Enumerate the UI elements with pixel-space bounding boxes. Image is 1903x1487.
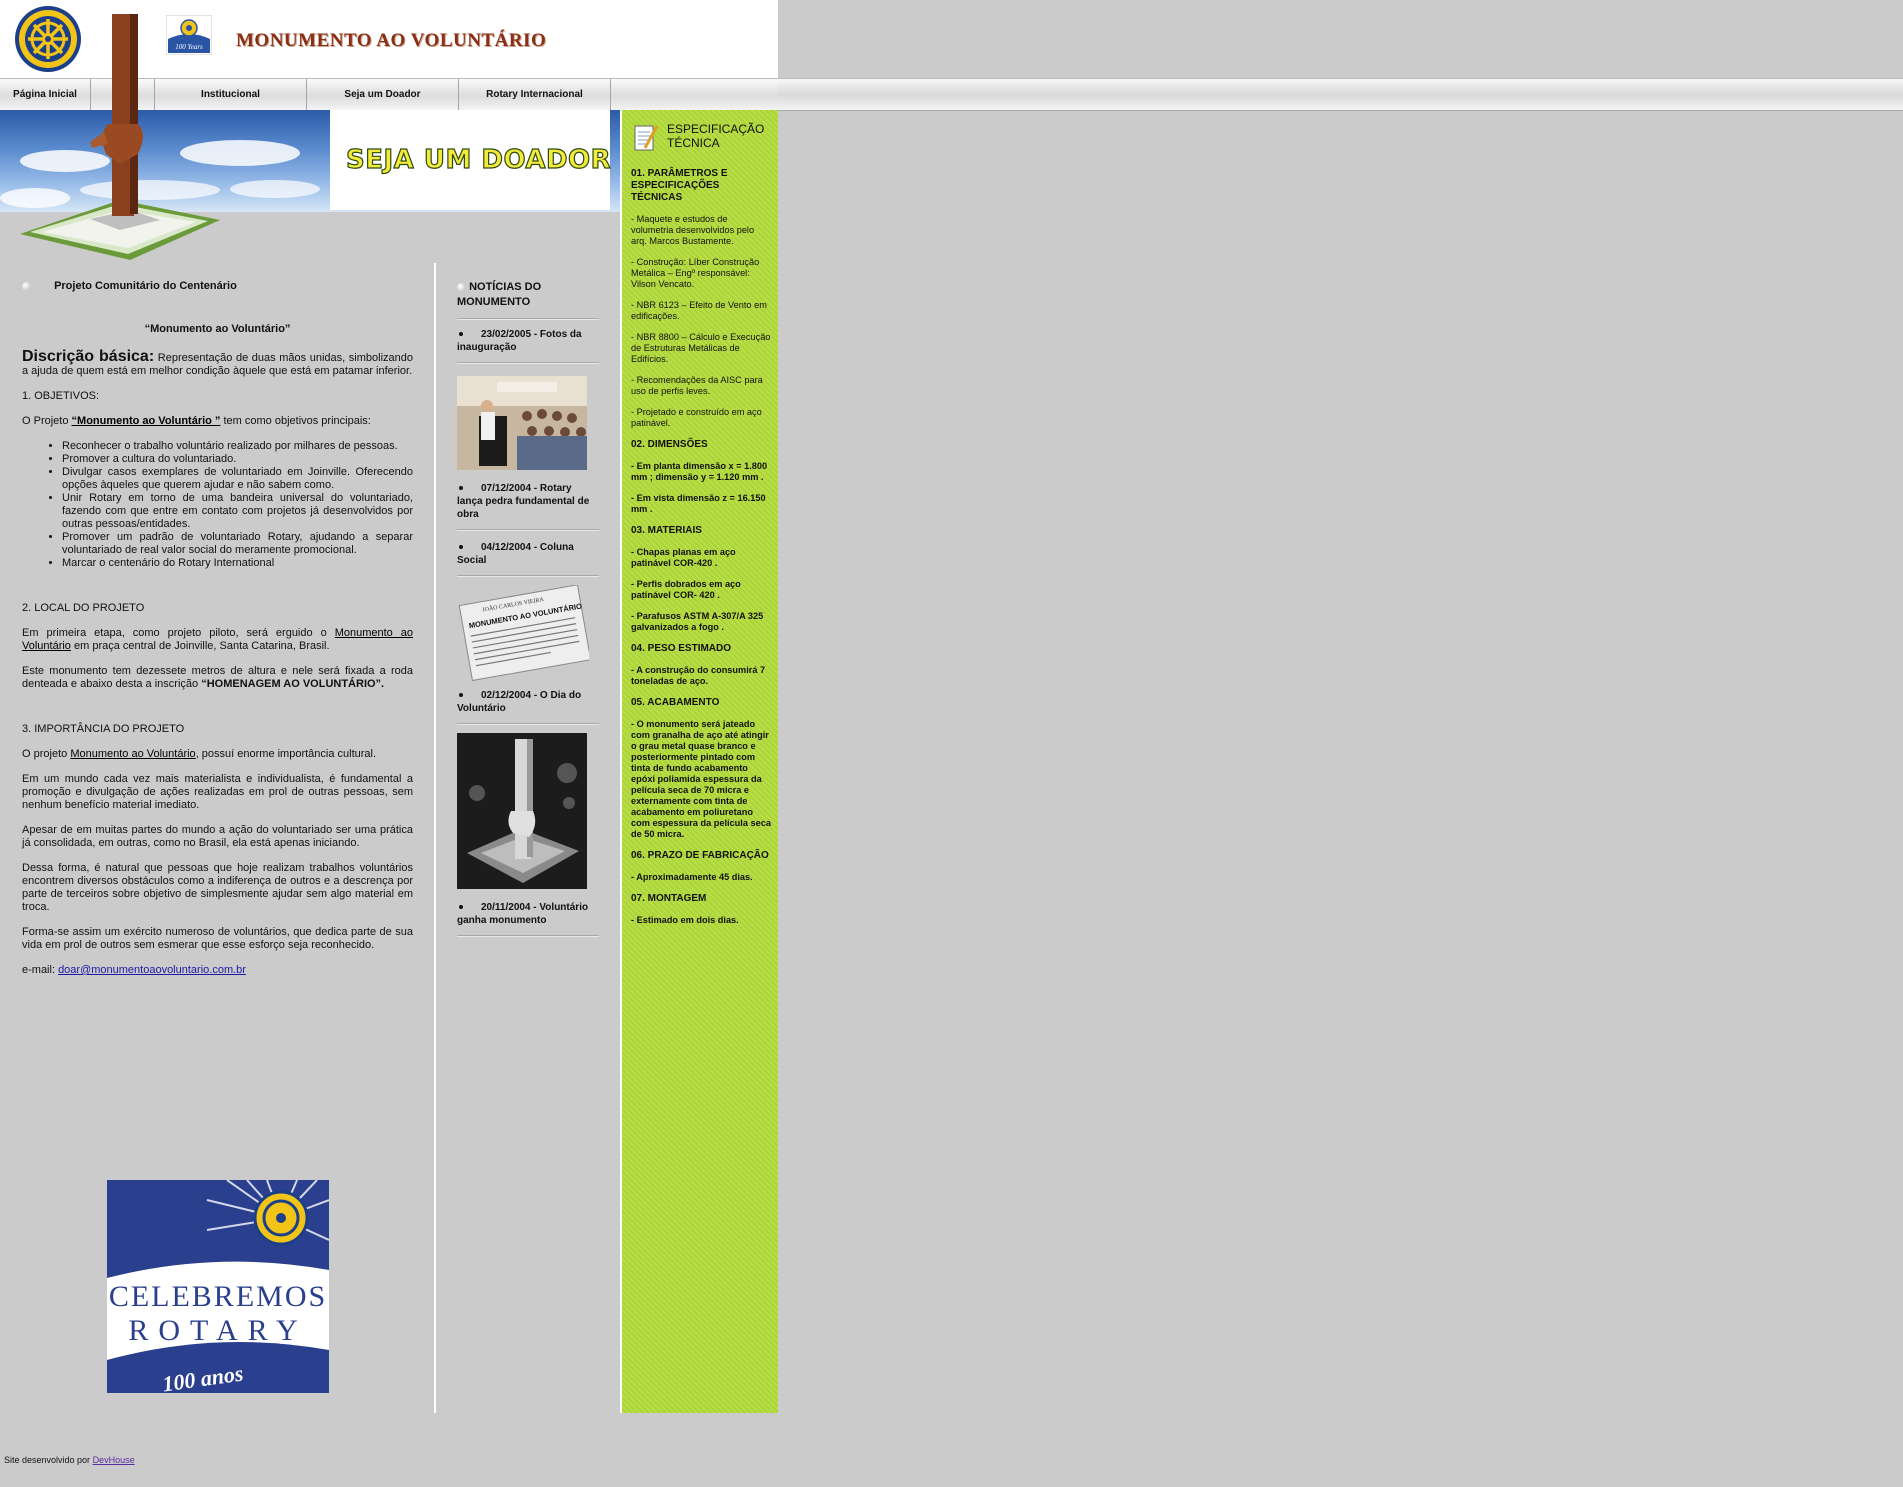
importance-heading: 3. IMPORTÂNCIA DO PROJETO [22,723,185,735]
list-item: Promover um padrão de voluntariado Rotar… [62,531,413,557]
spec-heading: 05. ACABAMENTO [631,697,720,708]
email-link[interactable]: doar@monumentoaovoluntario.com.br [58,964,246,976]
monument-illustration [20,14,220,260]
objectives-intro-end: tem como objetivos principais: [220,415,371,427]
spec-item: - Perfis dobrados em aço patinável COR- … [631,579,741,600]
news-item[interactable]: 02/12/2004 - O Dia do Voluntário [457,689,599,715]
email-label: e-mail: [22,964,59,976]
footer-text: Site desenvolvido por [4,1455,93,1465]
spec-item: - O monumento será jateado com granalha … [631,719,771,839]
news-title: NOTÍCIAS DO MONUMENTO [457,281,542,308]
celebremos-text: CELEBREMOS [109,1280,327,1313]
news-divider [457,575,599,577]
spec-item: - NBR 8800 – Cálculo e Execução de Estru… [631,332,771,364]
local-text-end: em praça central de Joinville, Santa Cat… [70,640,330,652]
column-divider [434,263,436,1413]
bullet-icon [22,281,31,291]
spec-item: - Aproximadamente 45 dias. [631,872,753,882]
list-item: Unir Rotary em torno de uma bandeira uni… [62,492,413,531]
spec-item: - Parafusos ASTM A-307/A 325 galvanizado… [631,611,764,632]
spec-item: - NBR 6123 – Efeito de Vento em edificaç… [631,300,767,321]
spec-title: ESPECIFICAÇÃO TÉCNICA [667,122,765,150]
list-item: Promover a cultura do voluntariado. [62,453,413,466]
bullet-icon [457,282,466,292]
news-item[interactable]: 07/12/2004 - Rotary lança pedra fundamen… [457,482,599,521]
nav-strip-extension [778,78,1903,111]
nav-seja-doador[interactable]: Seja um Doador [307,79,459,110]
news-divider [457,935,599,937]
news-divider [457,318,599,320]
project-subtitle: “Monumento ao Voluntário” [144,323,291,335]
spec-item: - Construção: Líber Construção Metálica … [631,257,760,289]
spec-item: - A construção do consumirá 7 toneladas … [631,665,766,686]
banner-title: SEJA UM DOADOR [345,144,612,175]
spec-heading: 07. MONTAGEM [631,893,707,904]
spec-heading: 06. PRAZO DE FABRICAÇÃO [631,850,769,861]
rotary-text: ROTARY [128,1314,307,1347]
local-heading: 2. LOCAL DO PROJETO [22,602,145,614]
newspaper-clipping[interactable]: JOÃO CARLOS VIEIRA MONUMENTO AO VOLUNTÁR… [457,585,589,681]
spec-item: - Em vista dimensão z = 16.150 mm . [631,493,766,514]
celebremos-rotary-logo: CELEBREMOS ROTARY 100 anos [107,1180,329,1393]
spec-item: - Chapas planas em aço patinável COR-420… [631,547,736,568]
spec-heading: 02. DIMENSÕES [631,439,708,450]
inauguration-photo[interactable] [457,376,587,470]
project-link[interactable]: “Monumento ao Voluntário ” [72,415,221,427]
local-text: Em primeira etapa, como projeto piloto, … [22,627,335,639]
nav-rotary-internacional[interactable]: Rotary Internacional [459,79,611,110]
spec-item: - Estimado em dois dias. [631,915,739,925]
importance-text: O projeto [22,748,71,760]
importance-paragraph: Apesar de em muitas partes do mundo a aç… [22,824,413,849]
spec-content: ESPECIFICAÇÃO TÉCNICA 01. PARÂMETROS E E… [631,122,771,936]
news-divider [457,529,599,531]
list-item: Reconhecer o trabalho voluntário realiza… [62,440,413,453]
news-item[interactable]: 23/02/2005 - Fotos da inauguração [457,328,599,354]
footer: Site desenvolvido por DevHouse [4,1455,135,1465]
importance-paragraph: Em um mundo cada vez mais materialista e… [22,773,413,811]
news-divider [457,362,599,364]
spec-heading: 04. PESO ESTIMADO [631,643,732,654]
news-item[interactable]: 04/12/2004 - Coluna Social [457,541,599,567]
spec-item: - Projetado e construído em aço patináve… [631,407,762,428]
importance-paragraph: Dessa forma, é natural que pessoas que h… [22,862,413,913]
news-item[interactable]: 20/11/2004 - Voluntário ganha monumento [457,901,599,927]
devhouse-link[interactable]: DevHouse [93,1455,135,1465]
spec-item: - Recomendações da AISC para uso de perf… [631,375,763,396]
list-item: Divulgar casos exemplares de voluntariad… [62,466,413,492]
main-content: Projeto Comunitário do Centenário “Monum… [22,280,413,989]
list-item: Marcar o centenário do Rotary Internatio… [62,557,413,570]
section-title: Projeto Comunitário do Centenário [54,280,237,292]
site-title: MONUMENTO AO VOLUNTÁRIO [236,30,547,51]
spec-heading: 01. PARÂMETROS E ESPECIFICAÇÕES TÉCNICAS [631,168,728,203]
importance-text-end: , possuí enorme importância cultural. [195,748,377,760]
notepad-icon [634,125,659,151]
news-column: NOTÍCIAS DO MONUMENTO 23/02/2005 - Fotos… [457,280,599,945]
objectives-intro: O Projeto [22,415,72,427]
monument-model-photo[interactable] [457,733,587,889]
nav-blank-end [611,79,777,110]
description-label: Discrição básica: [22,348,155,365]
objectives-heading: 1. OBJETIVOS: [22,390,100,402]
monument-link[interactable]: Monumento ao Voluntário [70,748,195,760]
importance-paragraph: Forma-se assim um exército numeroso de v… [22,926,413,951]
objectives-list: Reconhecer o trabalho voluntário realiza… [22,440,413,570]
spec-item: - Maquete e estudos de volumetria desenv… [631,214,755,246]
homenagem-text: “HOMENAGEM AO VOLUNTÁRIO”. [201,678,385,690]
spec-item: - Em planta dimensão x = 1.800 mm ; dime… [631,461,768,482]
spec-heading: 03. MATERIAIS [631,525,702,536]
news-divider [457,723,599,725]
